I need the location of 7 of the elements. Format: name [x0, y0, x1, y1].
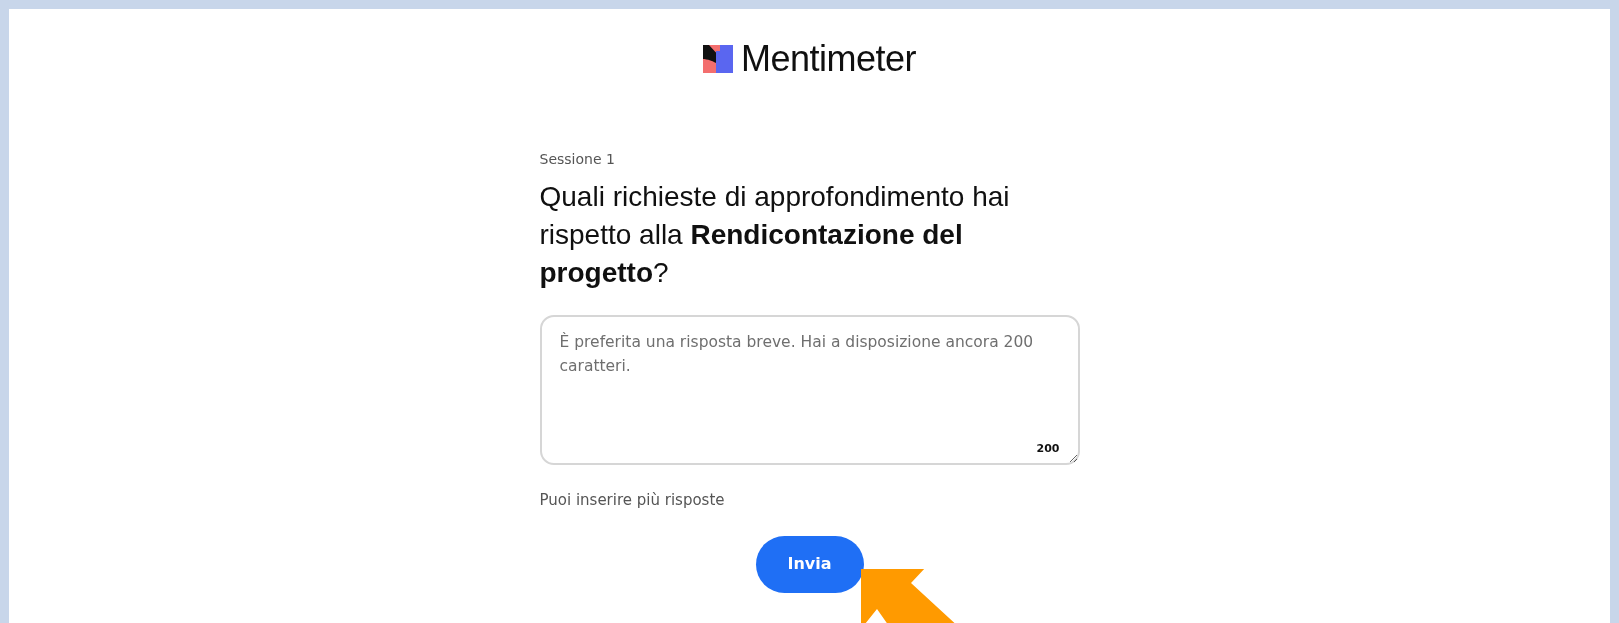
character-counter: 200 [1036, 440, 1060, 457]
session-label: Sessione 1 [539, 150, 616, 169]
submit-button[interactable]: Invia [755, 535, 864, 593]
logo-text: Mentimeter [740, 41, 917, 77]
hint-text: Puoi inserire più risposte [539, 490, 726, 512]
logo-icon [702, 45, 733, 73]
question-text: Quali richieste di approfondimento hai rispetto alla Rendicontazione del progetto? [539, 180, 1011, 290]
